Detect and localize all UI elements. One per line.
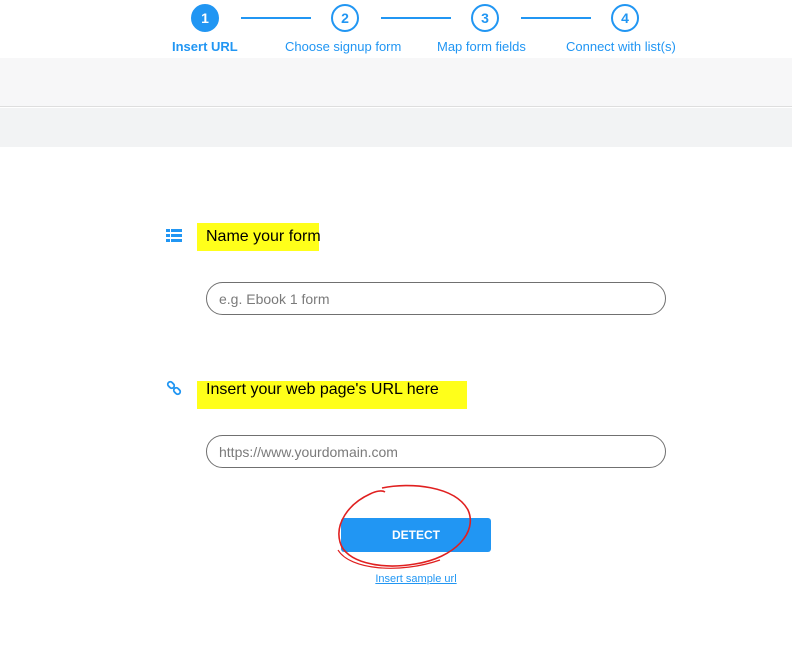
step-2-circle[interactable]: 2 [331, 4, 359, 32]
url-input[interactable] [206, 435, 666, 468]
step-2-label[interactable]: Choose signup form [285, 39, 401, 54]
step-connector-3 [521, 17, 591, 19]
form-name-input[interactable] [206, 282, 666, 315]
wizard-stepper: 1 Insert URL 2 Choose signup form 3 Map … [0, 0, 792, 58]
step-1-circle[interactable]: 1 [191, 4, 219, 32]
header-band [0, 58, 792, 107]
step-4-circle[interactable]: 4 [611, 4, 639, 32]
step-connector-1 [241, 17, 311, 19]
detect-button[interactable]: DETECT [341, 518, 491, 552]
step-4-label[interactable]: Connect with list(s) [566, 39, 676, 54]
url-title: Insert your web page's URL here [206, 381, 439, 398]
step-1-label[interactable]: Insert URL [172, 39, 238, 54]
list-icon [166, 229, 182, 247]
subheader-band [0, 108, 792, 147]
name-form-title: Name your form [206, 228, 321, 245]
step-connector-2 [381, 17, 451, 19]
link-icon [166, 380, 182, 401]
step-3-circle[interactable]: 3 [471, 4, 499, 32]
step-3-label[interactable]: Map form fields [437, 39, 526, 54]
insert-sample-url-link[interactable]: Insert sample url [0, 573, 792, 585]
